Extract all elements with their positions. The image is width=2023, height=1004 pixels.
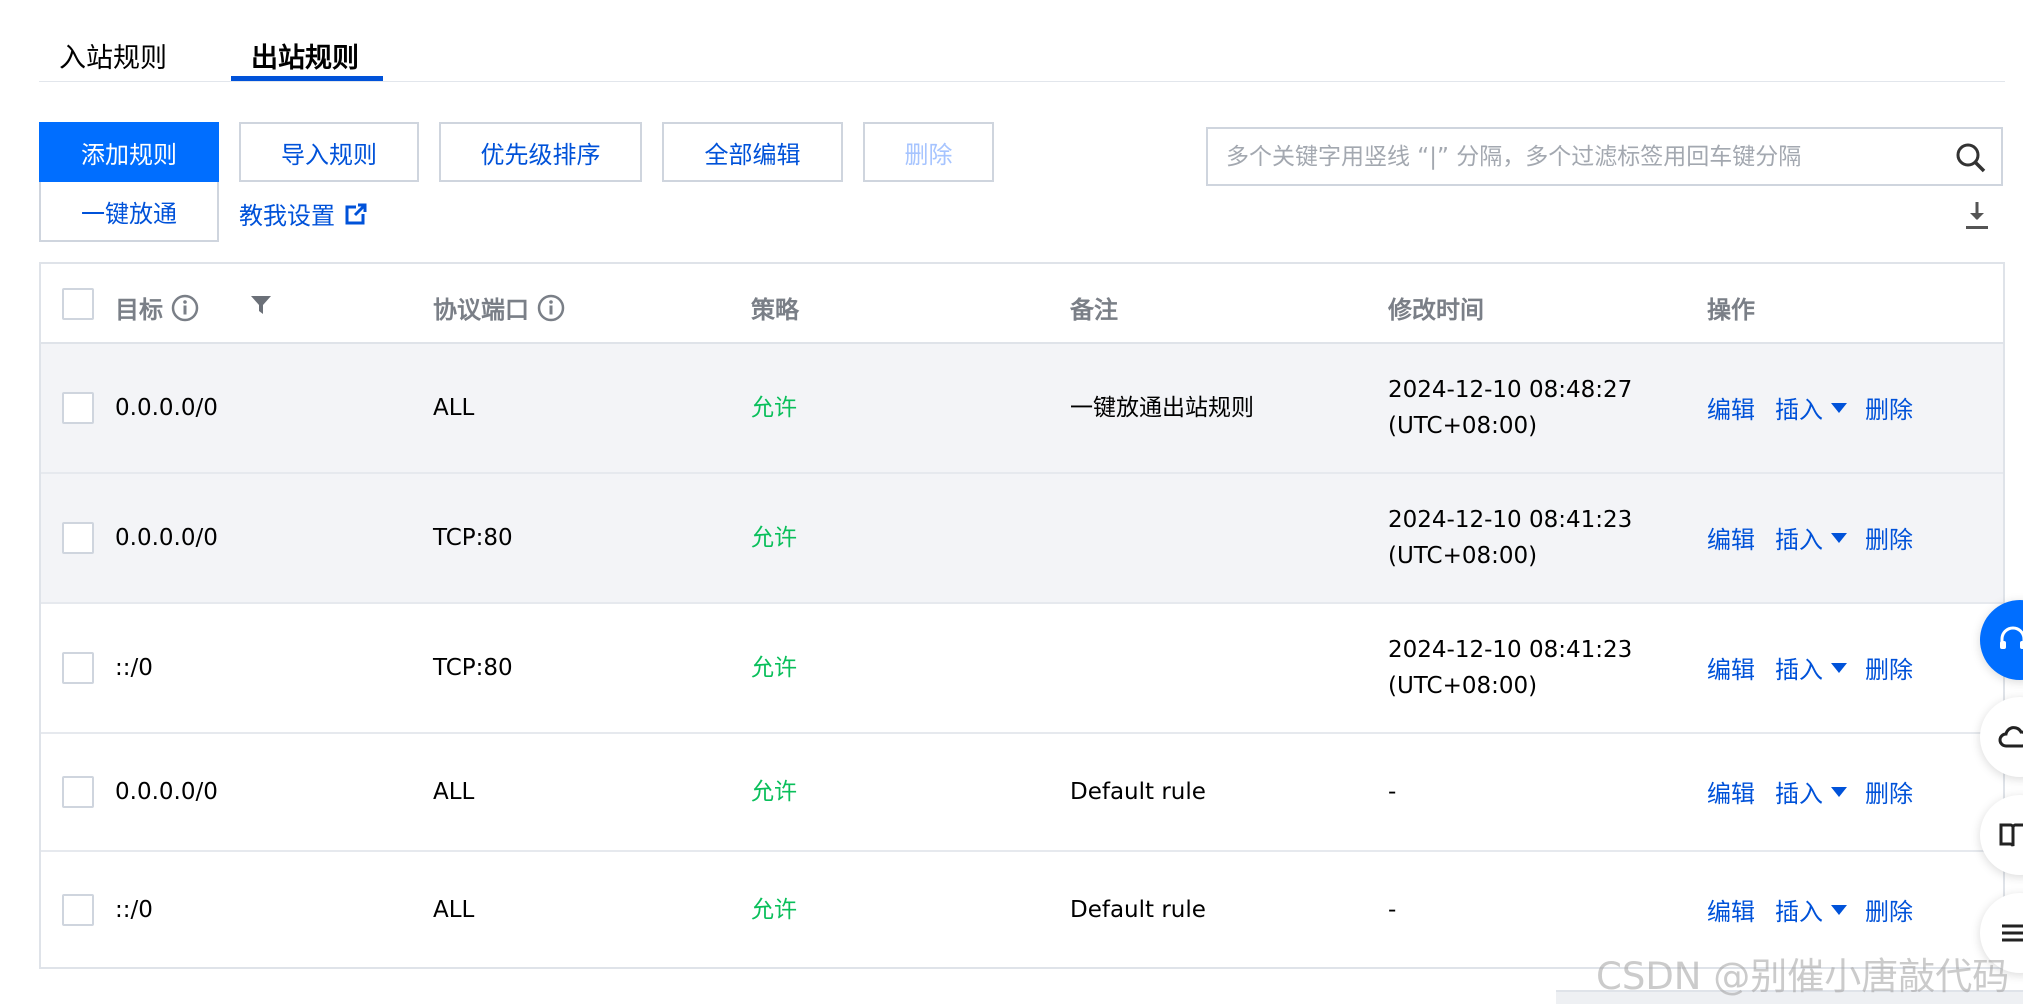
search-icon[interactable] xyxy=(1955,142,1987,174)
outbound-rules-table: 目标 协议端口 策略 备注 修改时间 操作 0.0.0.0/0 ALL 允许 一… xyxy=(39,262,2005,969)
delete-link[interactable]: 删除 xyxy=(1865,892,1913,927)
insert-link[interactable]: 插入 xyxy=(1775,650,1823,685)
row-actions: 编辑 插入 删除 xyxy=(1707,390,1913,425)
search-input[interactable] xyxy=(1226,137,1946,177)
book-icon xyxy=(1999,823,2023,847)
cell-modified-time: - xyxy=(1388,897,1397,923)
cell-timezone: (UTC+08:00) xyxy=(1388,673,1538,699)
insert-link[interactable]: 插入 xyxy=(1775,520,1823,555)
search-box xyxy=(1206,127,2003,186)
header-target-label: 目标 xyxy=(115,296,163,324)
cloud-icon xyxy=(1998,726,2023,748)
insert-dropdown-icon[interactable] xyxy=(1831,402,1847,413)
active-tab-indicator xyxy=(231,76,383,81)
info-icon[interactable] xyxy=(171,294,199,322)
header-actions: 操作 xyxy=(1707,296,1755,324)
watermark: CSDN @别催小唐敲代码 xyxy=(1596,955,2010,998)
insert-dropdown-icon[interactable] xyxy=(1831,904,1847,915)
cell-policy: 允许 xyxy=(751,897,797,923)
select-all-checkbox[interactable] xyxy=(62,288,94,320)
cell-timezone: (UTC+08:00) xyxy=(1388,543,1538,569)
insert-dropdown-icon[interactable] xyxy=(1831,786,1847,797)
header-modified-time: 修改时间 xyxy=(1388,296,1484,324)
row-checkbox[interactable] xyxy=(62,776,94,808)
table-header: 目标 协议端口 策略 备注 修改时间 操作 xyxy=(41,264,2003,344)
table-row: 0.0.0.0/0 TCP:80 允许 2024-12-10 08:41:23 … xyxy=(41,474,2003,604)
row-checkbox[interactable] xyxy=(62,392,94,424)
row-checkbox[interactable] xyxy=(62,652,94,684)
cell-policy: 允许 xyxy=(751,525,797,551)
insert-link[interactable]: 插入 xyxy=(1775,774,1823,809)
cell-target: 0.0.0.0/0 xyxy=(115,525,218,551)
edit-link[interactable]: 编辑 xyxy=(1707,390,1755,425)
insert-link[interactable]: 插入 xyxy=(1775,390,1823,425)
header-target: 目标 xyxy=(115,290,199,325)
cell-remark: Default rule xyxy=(1070,779,1206,805)
edit-all-button[interactable]: 全部编辑 xyxy=(662,122,843,182)
cell-remark: 一键放通出站规则 xyxy=(1070,395,1254,421)
edit-link[interactable]: 编辑 xyxy=(1707,650,1755,685)
external-link-icon xyxy=(345,202,367,224)
priority-sort-button[interactable]: 优先级排序 xyxy=(439,122,642,182)
tab-outbound-rules[interactable]: 出站规则 xyxy=(251,36,359,75)
cell-modified-time: 2024-12-10 08:41:23 xyxy=(1388,507,1633,533)
cell-modified-time: 2024-12-10 08:48:27 xyxy=(1388,377,1633,403)
row-actions: 编辑 插入 删除 xyxy=(1707,892,1913,927)
one-click-allow-button[interactable]: 一键放通 xyxy=(39,182,219,242)
row-actions: 编辑 插入 删除 xyxy=(1707,520,1913,555)
table-row: ::/0 TCP:80 允许 2024-12-10 08:41:23 (UTC+… xyxy=(41,604,2003,734)
header-protocol-port: 协议端口 xyxy=(433,290,565,325)
cell-protocol-port: ALL xyxy=(433,897,475,923)
cell-protocol-port: TCP:80 xyxy=(433,525,513,551)
cell-timezone: (UTC+08:00) xyxy=(1388,413,1538,439)
cell-target: ::/0 xyxy=(115,655,153,681)
cell-protocol-port: TCP:80 xyxy=(433,655,513,681)
table-row: 0.0.0.0/0 ALL 允许 Default rule - 编辑 插入 删除 xyxy=(41,734,2003,852)
row-checkbox[interactable] xyxy=(62,522,94,554)
rule-tabs: 入站规则 出站规则 xyxy=(39,0,2005,82)
cell-remark: Default rule xyxy=(1070,897,1206,923)
edit-link[interactable]: 编辑 xyxy=(1707,892,1755,927)
delete-link[interactable]: 删除 xyxy=(1865,390,1913,425)
filter-icon[interactable] xyxy=(250,294,272,316)
info-icon[interactable] xyxy=(537,294,565,322)
cell-target: 0.0.0.0/0 xyxy=(115,395,218,421)
header-remark: 备注 xyxy=(1070,296,1118,324)
cell-protocol-port: ALL xyxy=(433,779,475,805)
help-link-label: 教我设置 xyxy=(239,202,335,230)
list-icon xyxy=(2002,924,2023,942)
cell-modified-time: - xyxy=(1388,779,1397,805)
cell-modified-time: 2024-12-10 08:41:23 xyxy=(1388,637,1633,663)
cell-protocol-port: ALL xyxy=(433,395,475,421)
edit-link[interactable]: 编辑 xyxy=(1707,774,1755,809)
tab-inbound-rules[interactable]: 入站规则 xyxy=(59,36,167,75)
row-checkbox[interactable] xyxy=(62,894,94,926)
cell-target: 0.0.0.0/0 xyxy=(115,779,218,805)
import-rule-button[interactable]: 导入规则 xyxy=(239,122,419,182)
help-link[interactable]: 教我设置 xyxy=(239,196,367,231)
cell-target: ::/0 xyxy=(115,897,153,923)
add-rule-button[interactable]: 添加规则 xyxy=(39,122,219,182)
row-actions: 编辑 插入 删除 xyxy=(1707,650,1913,685)
insert-link[interactable]: 插入 xyxy=(1775,892,1823,927)
cell-policy: 允许 xyxy=(751,655,797,681)
header-policy: 策略 xyxy=(751,296,799,324)
row-actions: 编辑 插入 删除 xyxy=(1707,774,1913,809)
download-icon[interactable] xyxy=(1963,200,1991,230)
delete-button[interactable]: 删除 xyxy=(863,122,994,182)
edit-link[interactable]: 编辑 xyxy=(1707,520,1755,555)
delete-link[interactable]: 删除 xyxy=(1865,774,1913,809)
insert-dropdown-icon[interactable] xyxy=(1831,532,1847,543)
delete-link[interactable]: 删除 xyxy=(1865,520,1913,555)
cell-policy: 允许 xyxy=(751,779,797,805)
delete-link[interactable]: 删除 xyxy=(1865,650,1913,685)
table-row: 0.0.0.0/0 ALL 允许 一键放通出站规则 2024-12-10 08:… xyxy=(41,344,2003,474)
headset-icon xyxy=(2000,626,2023,649)
header-protocol-port-label: 协议端口 xyxy=(433,296,529,324)
insert-dropdown-icon[interactable] xyxy=(1831,662,1847,673)
cell-policy: 允许 xyxy=(751,395,797,421)
